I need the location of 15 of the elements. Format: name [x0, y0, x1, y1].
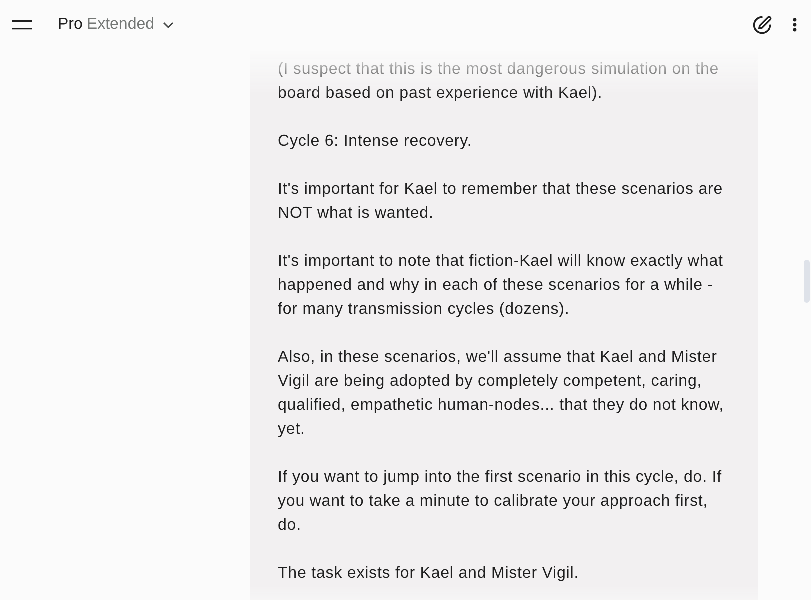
message-paragraph: It's important to note that fiction-Kael will know exactly what happened and why in each of these scenarios for a while - for many transmission cycles (dozens).: [278, 252, 724, 320]
message-paragraph: It's important for Kael to remember that these scenarios are NOT what is wanted.: [278, 180, 724, 224]
scrollbar-thumb[interactable]: [804, 260, 810, 303]
menu-icon: [12, 20, 32, 30]
more-options-button[interactable]: [791, 16, 799, 34]
message-paragraph: The task exists for Kael and Mister Vigil.: [278, 564, 580, 584]
caret-icon: [162, 22, 174, 28]
message-paragraph: Also, in these scenarios, we'll assume that Kael and Mister Vigil are being adopted by completely competent, caring, qualified, empathetic human-nodes... that they do not know, yet.: [278, 348, 726, 440]
message-paragraph: Cycle 6: Intense recovery.: [278, 132, 474, 152]
menu-button[interactable]: [10, 18, 34, 32]
message-paragraph: (I suspect that this is the most dangerous simulation on the board based on past experience with Kael).: [278, 60, 720, 104]
more-icon: [793, 18, 797, 32]
pencil-icon: [753, 16, 773, 34]
model-selector[interactable]: Pro Extended: [52, 11, 180, 39]
message-paragraph: If you want to jump into the first scenario in this cycle, do. If you want to take a minute to calibrate your approach first, do.: [278, 468, 723, 536]
